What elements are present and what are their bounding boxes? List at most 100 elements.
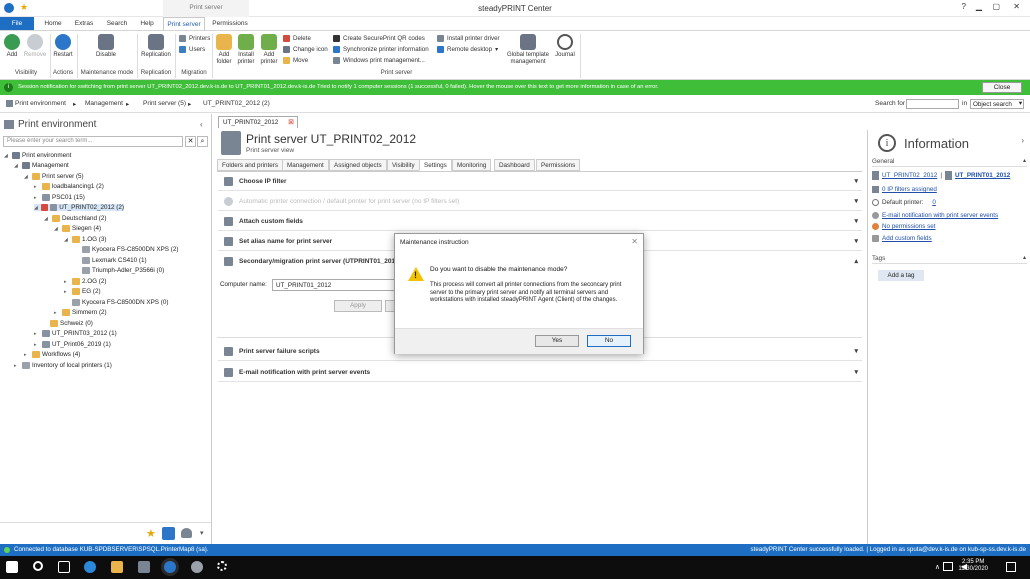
change-icon-button[interactable]: Change icon (283, 45, 328, 54)
remote-desktop-button[interactable]: Remote desktop ▾ (437, 45, 498, 54)
tree-item-server[interactable]: ▸ UT_PRINT03_2012 (1) (34, 330, 117, 337)
remove-button[interactable]: Remove (22, 34, 48, 59)
tree-item-server[interactable]: ▸ loadbalancing1 (2) (34, 183, 104, 190)
tree-view-icon[interactable] (162, 527, 175, 540)
tab-print-server[interactable]: Print server (163, 17, 205, 30)
tree-item-folder[interactable]: ▸ Simmern (2) (54, 309, 107, 316)
windows-start-icon[interactable] (6, 561, 18, 573)
minimize-button[interactable]: ▁ (976, 2, 982, 11)
tab-management[interactable]: Management (282, 159, 329, 171)
tab-home[interactable]: Home (40, 17, 66, 30)
breadcrumb-item[interactable]: Print environment (15, 100, 66, 107)
clock[interactable]: 2:35 PM 11/30/2020 (958, 559, 988, 573)
move-button[interactable]: Move (283, 56, 308, 65)
tab-dashboard[interactable]: Dashboard (494, 159, 535, 171)
app-icon[interactable] (191, 561, 203, 573)
close-notification-button[interactable]: Close (982, 82, 1022, 93)
tree-item-folder[interactable]: ▸ EG (2) (64, 288, 101, 295)
global-template-button[interactable]: Global template management (503, 34, 553, 66)
edge-icon[interactable] (84, 561, 96, 573)
users-view-icon[interactable] (181, 528, 192, 538)
add-button[interactable]: Add (3, 34, 21, 59)
printers-button[interactable]: Printers (179, 34, 210, 43)
document-tab[interactable]: UT_PRINT02_2012 ⊠ (218, 116, 298, 128)
tab-folders-printers[interactable]: Folders and printers (217, 159, 283, 171)
create-qr-button[interactable]: Create SecurePrint QR codes (333, 34, 425, 43)
replication-button[interactable]: Replication (139, 34, 173, 59)
tree-item-printer[interactable]: Lexmark CS410 (1) (82, 257, 147, 264)
steadyprint-icon[interactable] (164, 561, 176, 573)
delete-button[interactable]: Delete (283, 34, 311, 43)
restart-button[interactable]: Restart (52, 34, 74, 59)
journal-button[interactable]: Journal (553, 34, 577, 59)
tab-search[interactable]: Search (103, 17, 131, 30)
tab-assigned-objects[interactable]: Assigned objects (329, 159, 387, 171)
close-tab-icon[interactable]: ⊠ (288, 118, 294, 126)
tree-item-folder[interactable]: ◢ Siegen (4) (54, 225, 101, 232)
tree-item-folder[interactable]: ◢ 1.OG (3) (64, 236, 107, 243)
tab-settings[interactable]: Settings (419, 159, 452, 171)
tree-item-printer[interactable]: Kyocera FS-C8500DN XPS (2) (82, 246, 178, 253)
tab-visibility[interactable]: Visibility (387, 159, 420, 171)
tree-item-management[interactable]: ◢ Management (14, 162, 69, 169)
tab-file[interactable]: File (0, 17, 34, 30)
close-button[interactable]: ✕ (1013, 2, 1020, 11)
tab-extras[interactable]: Extras (70, 17, 98, 30)
favorites-icon[interactable]: ★ (146, 527, 156, 540)
tree-search-input[interactable]: Please enter your search term... (3, 136, 183, 147)
notifications-icon[interactable] (1006, 562, 1016, 572)
sync-info-button[interactable]: Synchronize printer information (333, 45, 429, 54)
search-icon[interactable] (33, 561, 43, 571)
add-tag-button[interactable]: Add a tag (878, 270, 924, 281)
help-icon[interactable]: ? (962, 2, 966, 11)
server-manager-icon[interactable] (138, 561, 150, 573)
search-button[interactable]: ⌕ (197, 136, 208, 147)
add-printer-button[interactable]: Add printer (258, 34, 280, 66)
tree-item-printer[interactable]: Kyocera FS-C8500DN XPS (0) (72, 299, 168, 306)
task-view-icon[interactable] (58, 561, 70, 573)
section-custom-fields[interactable]: Attach custom fields ▾ (218, 213, 862, 231)
tree-item-server-selected[interactable]: ◢ UT_PRINT02_2012 (2) (34, 204, 124, 211)
tree-item-server[interactable]: ▸ UT_Print06_2019 (1) (34, 341, 111, 348)
tree-item-folder[interactable]: Schweiz (0) (50, 320, 93, 327)
notification-text[interactable]: Session notification for switching from … (18, 84, 659, 90)
collapse-icon[interactable]: ‹ (200, 120, 203, 129)
install-driver-button[interactable]: Install printer driver (437, 34, 500, 43)
breadcrumb-item[interactable]: Print server (5) (143, 100, 186, 107)
tree-item-print-server[interactable]: ◢ Print server (5) (24, 173, 84, 180)
close-icon[interactable]: ✕ (631, 237, 638, 246)
search-input[interactable] (906, 99, 959, 109)
add-folder-button[interactable]: Add folder (214, 34, 234, 66)
computer-name-input[interactable]: UT_PRINT01_2012 (272, 279, 398, 291)
breadcrumb-item[interactable]: UT_PRINT02_2012 (2) (203, 100, 270, 107)
chevron-up-icon[interactable]: ▴ (1023, 157, 1026, 164)
tree-item-print-environment[interactable]: ◢ Print environment (4, 152, 71, 159)
section-ip-filter[interactable]: Choose IP filter ▾ (218, 173, 862, 191)
disable-button[interactable]: Disable (93, 34, 119, 59)
search-scope-select[interactable]: Object search ▾ (970, 99, 1024, 109)
section-auto-connection[interactable]: Automatic printer connection / default p… (218, 193, 862, 211)
breadcrumb-item[interactable]: Management (85, 100, 123, 107)
apply-button[interactable]: Apply (334, 300, 382, 312)
users-button[interactable]: Users (179, 45, 205, 54)
tab-monitoring[interactable]: Monitoring (452, 159, 492, 171)
tree-item-folder[interactable]: ▸ 2.OG (2) (64, 278, 107, 285)
tree-item-printer[interactable]: Triumph-Adler_P3566i (0) (82, 267, 164, 274)
tab-permissions[interactable]: Permissions (209, 17, 251, 30)
tree-item-inventory[interactable]: ▸ Inventory of local printers (1) (14, 362, 112, 369)
tree-item-folder[interactable]: ◢ Deutschland (2) (44, 215, 106, 222)
settings-gear-icon[interactable] (217, 561, 227, 571)
tab-permissions[interactable]: Permissions (536, 159, 581, 171)
chevron-down-icon[interactable]: ▾ (200, 529, 204, 537)
tab-help[interactable]: Help (136, 17, 158, 30)
windows-print-button[interactable]: Windows print management... (333, 56, 425, 65)
yes-button[interactable]: Yes (535, 335, 579, 347)
network-icon[interactable] (943, 562, 953, 571)
maximize-button[interactable]: ▢ (992, 2, 1000, 11)
tray-chevron-up-icon[interactable]: ∧ (935, 563, 940, 571)
tree-item-server[interactable]: ▸ PSC01 (15) (34, 194, 85, 201)
collapse-icon[interactable]: › (1021, 136, 1024, 145)
chevron-up-icon[interactable]: ▴ (1023, 254, 1026, 261)
no-button[interactable]: No (587, 335, 631, 347)
section-email-notification[interactable]: E-mail notification with print server ev… (218, 364, 862, 382)
